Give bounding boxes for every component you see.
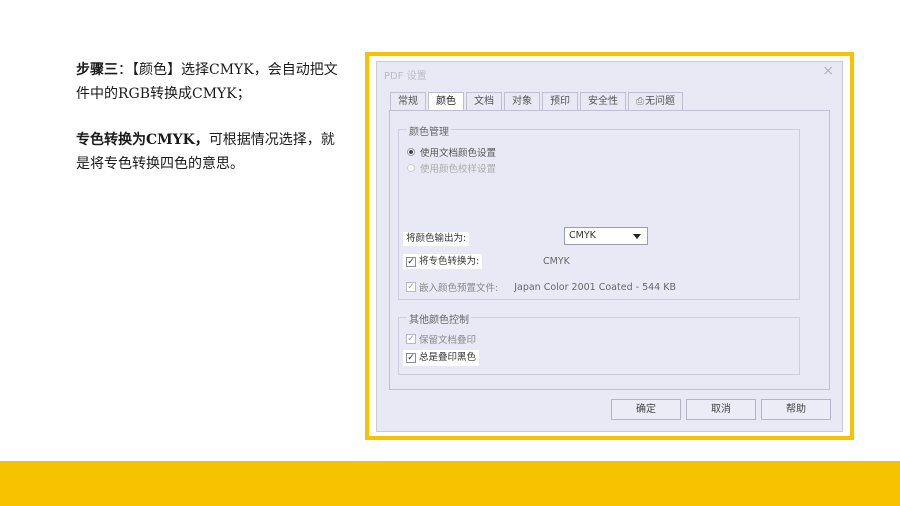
pdf-settings-dialog: PDF 设置 × 常规 颜色 文档 对象 预印 安全性 ⎙无问题 颜色管理 使用… — [376, 61, 843, 432]
radio-button[interactable] — [407, 164, 415, 172]
tab-bar: 常规 颜色 文档 对象 预印 安全性 ⎙无问题 — [390, 92, 685, 112]
other-color-legend: 其他颜色控制 — [407, 311, 471, 326]
radio-proof-color-label: 使用颜色校样设置 — [420, 164, 497, 175]
keep-overprint-checkbox[interactable]: ✓ — [406, 334, 416, 344]
bottom-accent-band — [0, 461, 900, 506]
tab-no-problem-label: 无问题 — [645, 96, 675, 107]
tab-document[interactable]: 文档 — [466, 92, 502, 111]
help-button[interactable]: 帮助 — [761, 399, 831, 420]
spot-paragraph: 专色转换为CMYK，可根据情况选择，就是将专色转换四色的意思。 — [76, 128, 346, 176]
output-as-label: 将颜色输出为: — [403, 232, 470, 246]
spot-value: CMYK — [543, 256, 570, 267]
dropdown-arrow-icon — [633, 234, 641, 239]
cancel-button[interactable]: 取消 — [686, 399, 756, 420]
ok-button[interactable]: 确定 — [611, 399, 681, 420]
step3-heading: 步骤三 — [76, 62, 118, 78]
embed-checkbox[interactable]: ✓ — [406, 282, 416, 292]
instructions: 步骤三：【颜色】选择CMYK，会自动把文件中的RGB转换成CMYK； 专色转换为… — [76, 58, 346, 176]
output-color-value: CMYK — [569, 230, 596, 241]
embed-value: Japan Color 2001 Coated - 544 KB — [514, 281, 676, 293]
tab-general[interactable]: 常规 — [390, 92, 426, 111]
tab-color[interactable]: 颜色 — [428, 92, 464, 112]
always-overprint-label: 总是叠印黑色 — [419, 352, 477, 363]
always-overprint-row[interactable]: ✓ 总是叠印黑色 — [403, 350, 480, 366]
radio-button[interactable] — [407, 148, 415, 156]
spot-to-checkbox-row[interactable]: ✓ 将专色转换为: — [403, 254, 483, 269]
step3-paragraph: 步骤三：【颜色】选择CMYK，会自动把文件中的RGB转换成CMYK； — [76, 58, 346, 106]
embed-profile-row[interactable]: ✓ 嵌入颜色预置文件: Japan Color 2001 Coated - 54… — [406, 280, 676, 294]
output-color-select[interactable]: CMYK — [564, 227, 648, 245]
spot-checkbox[interactable]: ✓ — [406, 256, 416, 267]
keep-overprint-label: 保留文档叠印 — [419, 335, 477, 346]
radio-doc-color-label: 使用文档颜色设置 — [420, 148, 497, 159]
close-icon[interactable]: × — [822, 63, 834, 79]
keep-overprint-row[interactable]: ✓ 保留文档叠印 — [406, 332, 476, 346]
spot-heading: 专色转换为CMYK， — [76, 132, 209, 148]
tab-preflight[interactable]: 预印 — [542, 92, 578, 111]
tab-security[interactable]: 安全性 — [580, 92, 626, 111]
tab-no-problem[interactable]: ⎙无问题 — [628, 92, 683, 111]
color-management-legend: 颜色管理 — [407, 123, 451, 138]
tab-object[interactable]: 对象 — [504, 92, 540, 111]
other-color-group: 其他颜色控制 — [398, 311, 800, 375]
color-panel: 颜色管理 使用文档颜色设置 使用颜色校样设置 将颜色输出为: CMYK ✓ 将专… — [389, 110, 830, 390]
spot-label: 将专色转换为: — [419, 255, 480, 267]
radio-doc-color[interactable]: 使用文档颜色设置 — [407, 145, 496, 159]
radio-proof-color[interactable]: 使用颜色校样设置 — [407, 161, 496, 175]
dialog-title: PDF 设置 — [384, 71, 427, 82]
always-overprint-checkbox[interactable]: ✓ — [406, 353, 416, 363]
output-as-label-text: 将颜色输出为: — [406, 233, 467, 244]
embed-label: 嵌入颜色预置文件: — [419, 283, 499, 294]
flag-icon: ⎙ — [636, 96, 644, 107]
